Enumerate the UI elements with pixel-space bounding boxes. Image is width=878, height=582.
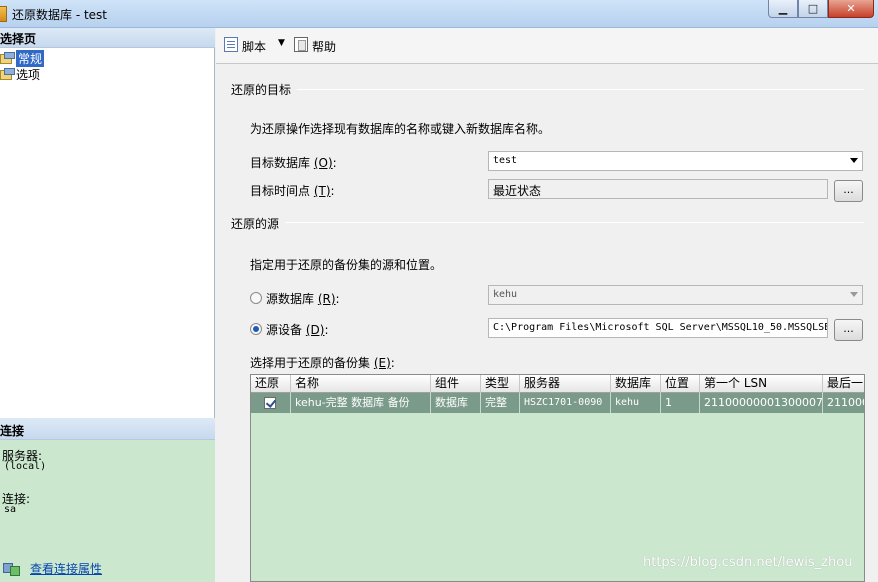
first-lsn-cell: 211000000013000074	[700, 393, 823, 413]
maximize-button[interactable]: □	[798, 0, 828, 18]
source-db-label: 源数据库 (R):	[266, 292, 340, 306]
left-panel: 选择页 常规 选项 连接 服务器: (local) 连接: sa 查看连接属性	[0, 28, 215, 582]
page-item-general[interactable]: 常规	[0, 49, 45, 67]
connection-properties-icon	[3, 561, 20, 576]
column-header[interactable]: 名称	[291, 375, 431, 393]
main-panel: 脚本 ▼ 帮助 还原的目标 为还原操作选择现有数据库的名称或键入新数据库名称。 …	[216, 28, 878, 582]
page-item-label: 常规	[16, 49, 45, 67]
target-db-value: test	[493, 155, 518, 166]
restore-cell[interactable]	[251, 393, 291, 413]
column-header[interactable]: 组件	[431, 375, 481, 393]
source-db-radio[interactable]	[250, 292, 262, 304]
column-header[interactable]: 类型	[481, 375, 520, 393]
database-cell: kehu	[611, 393, 661, 413]
chevron-down-icon	[850, 292, 858, 297]
target-time-label: 目标时间点 (T):	[250, 184, 335, 198]
source-device-radio[interactable]	[250, 323, 262, 335]
column-header[interactable]: 数据库	[611, 375, 661, 393]
restore-checkbox[interactable]	[264, 397, 276, 409]
target-db-label: 目标数据库 (O):	[250, 156, 337, 170]
column-header[interactable]: 位置	[661, 375, 700, 393]
source-device-browse-button[interactable]: ...	[834, 319, 863, 341]
type-cell: 完整	[481, 393, 520, 413]
help-icon	[294, 37, 308, 52]
target-time-field[interactable]: 最近状态	[488, 179, 828, 199]
page-icon	[0, 52, 15, 64]
source-device-field[interactable]: C:\Program Files\Microsoft SQL Server\MS…	[488, 318, 828, 338]
component-cell: 数据库	[431, 393, 481, 413]
script-icon	[224, 37, 238, 52]
server-cell: HSZC1701-0090	[520, 393, 611, 413]
title-bar: 还原数据库 - test ▁ □ ✕	[0, 0, 878, 28]
page-item-options[interactable]: 选项	[0, 66, 40, 82]
toolbar: 脚本 ▼ 帮助	[216, 28, 878, 64]
connection-panel: 连接 服务器: (local) 连接: sa 查看连接属性	[0, 418, 215, 582]
position-cell: 1	[661, 393, 700, 413]
page-item-label: 选项	[16, 67, 41, 82]
connection-header: 连接	[0, 418, 215, 440]
target-db-dropdown[interactable]: test	[488, 151, 863, 171]
backup-sets-label: 选择用于还原的备份集 (E):	[250, 356, 395, 370]
source-device-label: 源设备 (D):	[266, 323, 329, 337]
close-button[interactable]: ✕	[828, 0, 874, 18]
page-icon	[0, 68, 15, 80]
window-controls: ▁ □ ✕	[768, 0, 874, 18]
source-db-dropdown[interactable]: kehu	[488, 285, 863, 305]
source-db-value: kehu	[493, 289, 518, 300]
column-header[interactable]: 第一个 LSN	[700, 375, 823, 393]
source-section-title: 还原的源	[231, 215, 286, 232]
target-description: 为还原操作选择现有数据库的名称或键入新数据库名称。	[250, 122, 551, 136]
column-header[interactable]: 最后一	[823, 375, 864, 393]
script-button[interactable]: 脚本	[242, 38, 266, 55]
connection-value: sa	[4, 504, 17, 515]
minimize-button[interactable]: ▁	[768, 0, 798, 18]
source-description: 指定用于还原的备份集的源和位置。	[250, 258, 443, 272]
window-title: 还原数据库 - test	[12, 8, 108, 22]
table-row[interactable]: kehu-完整 数据库 备份 数据库 完整 HSZC1701-0090 kehu…	[251, 393, 864, 413]
select-page-header: 选择页	[0, 28, 215, 48]
server-value: (local)	[4, 461, 47, 472]
target-time-browse-button[interactable]: ...	[834, 180, 863, 202]
view-connection-properties-link[interactable]: 查看连接属性	[30, 560, 102, 577]
last-lsn-cell: 211000	[823, 393, 864, 413]
chevron-down-icon	[850, 158, 858, 163]
grid-header: 还原 名称 组件 类型 服务器 数据库 位置 第一个 LSN 最后一	[251, 375, 864, 393]
watermark: https://blog.csdn.net/lewis_zhou	[643, 555, 853, 570]
script-dropdown-arrow[interactable]: ▼	[278, 38, 285, 48]
column-header[interactable]: 还原	[251, 375, 291, 393]
source-group-divider	[231, 222, 864, 223]
help-button[interactable]: 帮助	[312, 38, 336, 55]
restore-db-icon	[0, 6, 7, 22]
column-header[interactable]: 服务器	[520, 375, 611, 393]
name-cell: kehu-完整 数据库 备份	[291, 393, 431, 413]
backup-sets-grid[interactable]: 还原 名称 组件 类型 服务器 数据库 位置 第一个 LSN 最后一 kehu-…	[250, 374, 865, 582]
target-group-divider	[231, 89, 864, 90]
target-section-title: 还原的目标	[231, 81, 298, 98]
